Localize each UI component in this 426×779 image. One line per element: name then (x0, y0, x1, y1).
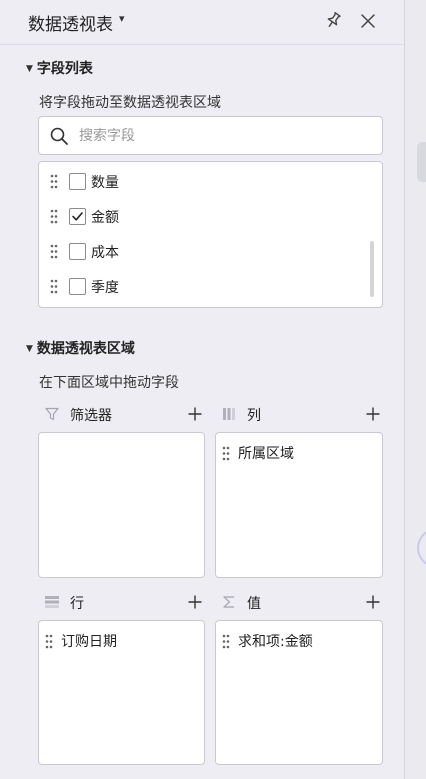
checkmark-icon (72, 212, 83, 221)
collapse-triangle-icon: ▼ (26, 344, 33, 354)
field-item-quarter[interactable]: 季度 (39, 269, 369, 304)
values-zone-label: 值 (247, 596, 261, 612)
drag-handle-icon[interactable] (45, 634, 53, 649)
drag-handle-icon[interactable] (50, 244, 58, 259)
chevron-down-icon[interactable]: ▾ (119, 12, 125, 25)
drag-handle-icon[interactable] (50, 279, 58, 294)
pivot-area-section-header[interactable]: ▼ 数据透视表区域 (26, 338, 135, 358)
search-input[interactable] (79, 125, 369, 147)
worksheet-edge (404, 0, 426, 779)
rows-zone-label: 行 (70, 596, 84, 612)
field-checkbox[interactable] (69, 243, 86, 260)
drag-handle-icon[interactable] (222, 634, 230, 649)
rows-icon (45, 596, 59, 608)
zone-field-label: 订购日期 (61, 634, 117, 650)
sigma-icon (223, 596, 234, 608)
field-item-amount[interactable]: 金额 (39, 199, 369, 234)
field-label: 金额 (91, 210, 119, 226)
close-icon[interactable] (358, 11, 378, 31)
values-drop-zone[interactable]: 求和项:金额 (215, 620, 383, 765)
filter-icon (45, 407, 59, 421)
field-label: 数量 (91, 175, 119, 191)
search-icon (50, 127, 68, 145)
field-label: 季度 (91, 280, 119, 296)
pin-icon[interactable] (322, 10, 344, 32)
plus-icon[interactable] (365, 406, 381, 422)
pivot-area-hint: 在下面区域中拖动字段 (39, 375, 179, 391)
field-list: 数量 金额 成本 季度 (38, 161, 383, 308)
field-list-scrollbar[interactable] (370, 241, 374, 297)
pivot-area-title: 数据透视表区域 (36, 341, 135, 357)
columns-drop-zone[interactable]: 所属区域 (215, 432, 383, 578)
panel-scroll-handle[interactable] (417, 142, 426, 182)
field-list-section-header[interactable]: ▼ 字段列表 (26, 58, 93, 78)
rows-drop-zone[interactable]: 订购日期 (38, 620, 205, 765)
filter-zone-label: 筛选器 (70, 408, 112, 424)
panel-title[interactable]: 数据透视表 (28, 10, 113, 35)
plus-icon[interactable] (187, 594, 203, 610)
columns-icon (223, 408, 235, 420)
field-checkbox[interactable] (69, 278, 86, 295)
field-checkbox-checked[interactable] (69, 208, 86, 225)
columns-zone-label: 列 (247, 408, 261, 424)
header-divider (0, 44, 404, 45)
plus-icon[interactable] (187, 406, 203, 422)
plus-icon[interactable] (365, 594, 381, 610)
field-checkbox[interactable] (69, 173, 86, 190)
filter-drop-zone[interactable] (38, 432, 205, 578)
drag-handle-icon[interactable] (222, 446, 230, 461)
zone-field-label: 所属区域 (238, 446, 294, 462)
collapse-triangle-icon: ▼ (26, 64, 33, 74)
panel-header: 数据透视表 ▾ (0, 0, 404, 44)
drag-handle-icon[interactable] (50, 209, 58, 224)
pivot-table-panel: 数据透视表 ▾ ▼字段列表 将字段拖动至数据透视表区域 数量 (0, 0, 404, 779)
field-item-quantity[interactable]: 数量 (39, 164, 369, 199)
zone-field-label: 求和项:金额 (238, 634, 313, 650)
field-list-title: 字段列表 (36, 61, 93, 77)
field-list-hint: 将字段拖动至数据透视表区域 (39, 95, 221, 111)
drag-handle-icon[interactable] (50, 174, 58, 189)
field-search-box[interactable] (38, 116, 383, 155)
field-label: 成本 (91, 245, 119, 261)
field-item-cost[interactable]: 成本 (39, 234, 369, 269)
